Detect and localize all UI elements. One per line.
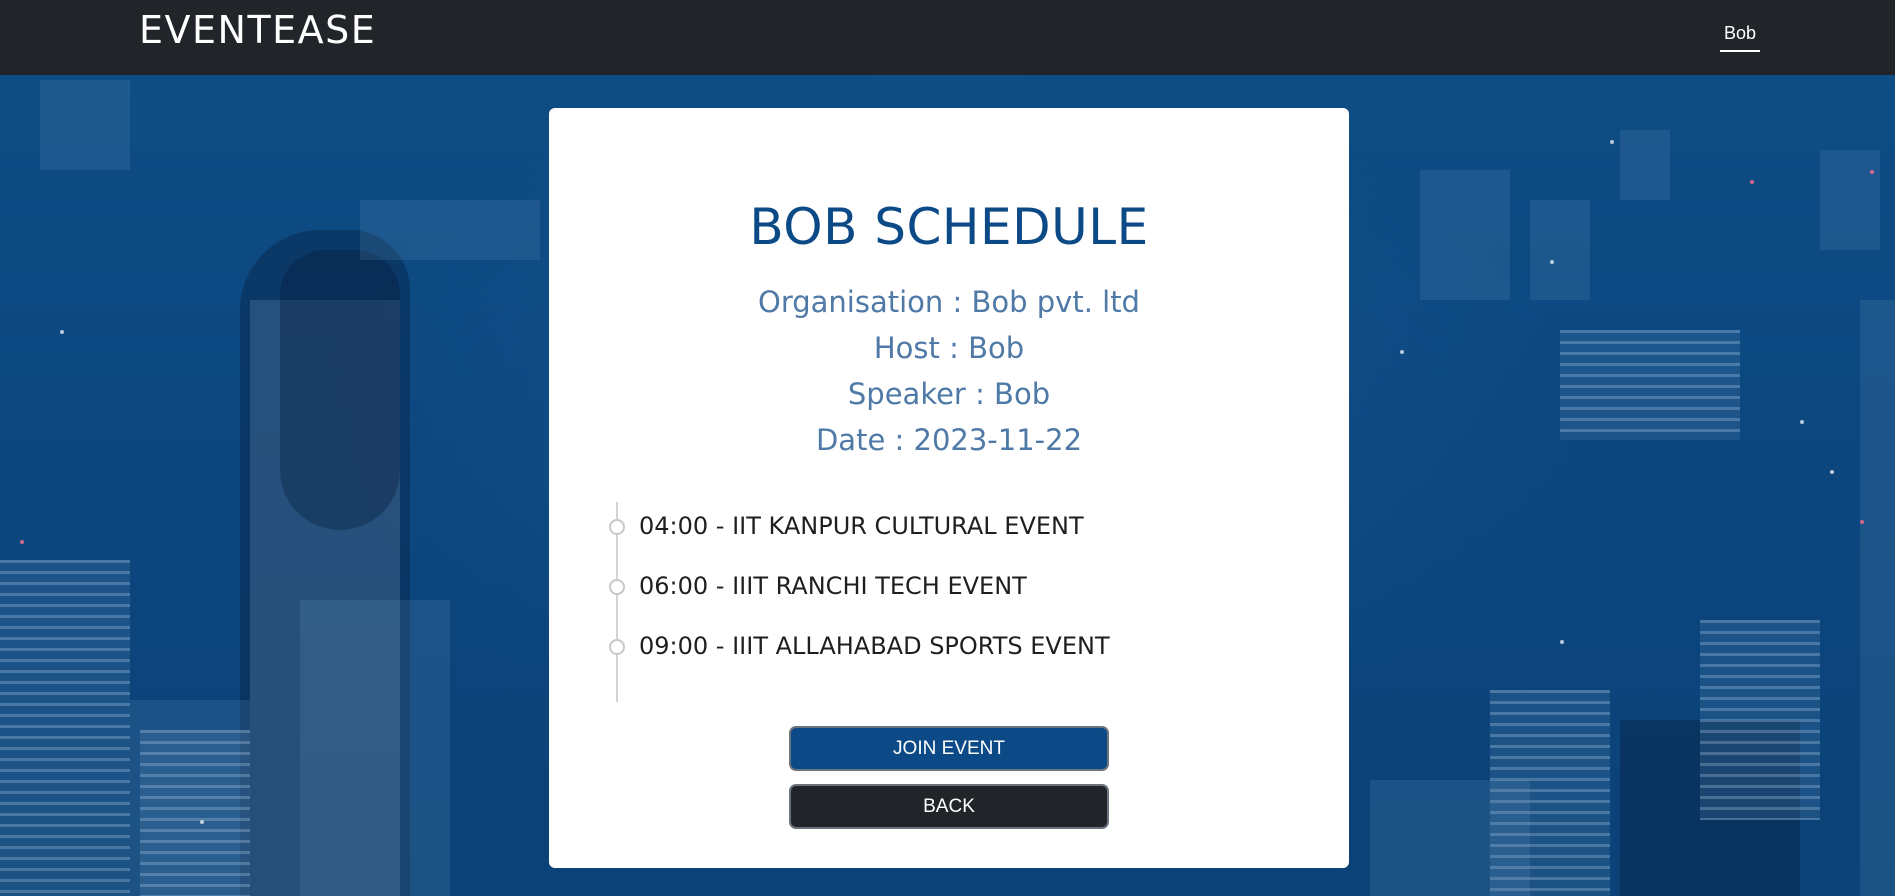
schedule-card: BOB SCHEDULE Organisation : Bob pvt. ltd… [549,108,1349,868]
timeline-dot-icon [609,519,625,535]
timeline-dot-icon [609,579,625,595]
organisation-text: Organisation : Bob pvt. ltd [758,285,1140,319]
timeline-item-text: 04:00 - IIT KANPUR CULTURAL EVENT [639,512,1084,540]
navbar: EVENTEASE Bob [0,0,1895,75]
timeline-dot-icon [609,639,625,655]
brand-logo[interactable]: EVENTEASE [139,8,376,52]
speaker-text: Speaker : Bob [847,377,1051,411]
date-text: Date : 2023-11-22 [815,423,1083,457]
schedule-title: BOB SCHEDULE [749,198,1149,256]
join-event-button[interactable]: JOIN EVENT [789,726,1109,771]
timeline-item-text: 09:00 - IIIT ALLAHABAD SPORTS EVENT [639,632,1110,660]
timeline-item-text: 06:00 - IIIT RANCHI TECH EVENT [639,572,1027,600]
back-button[interactable]: BACK [789,784,1109,829]
timeline-item: 09:00 - IIIT ALLAHABAD SPORTS EVENT [549,628,1349,668]
timeline-item: 06:00 - IIIT RANCHI TECH EVENT [549,568,1349,608]
timeline-item: 04:00 - IIT KANPUR CULTURAL EVENT [549,508,1349,548]
user-menu-link[interactable]: Bob [1720,20,1760,52]
host-text: Host : Bob [873,331,1025,365]
